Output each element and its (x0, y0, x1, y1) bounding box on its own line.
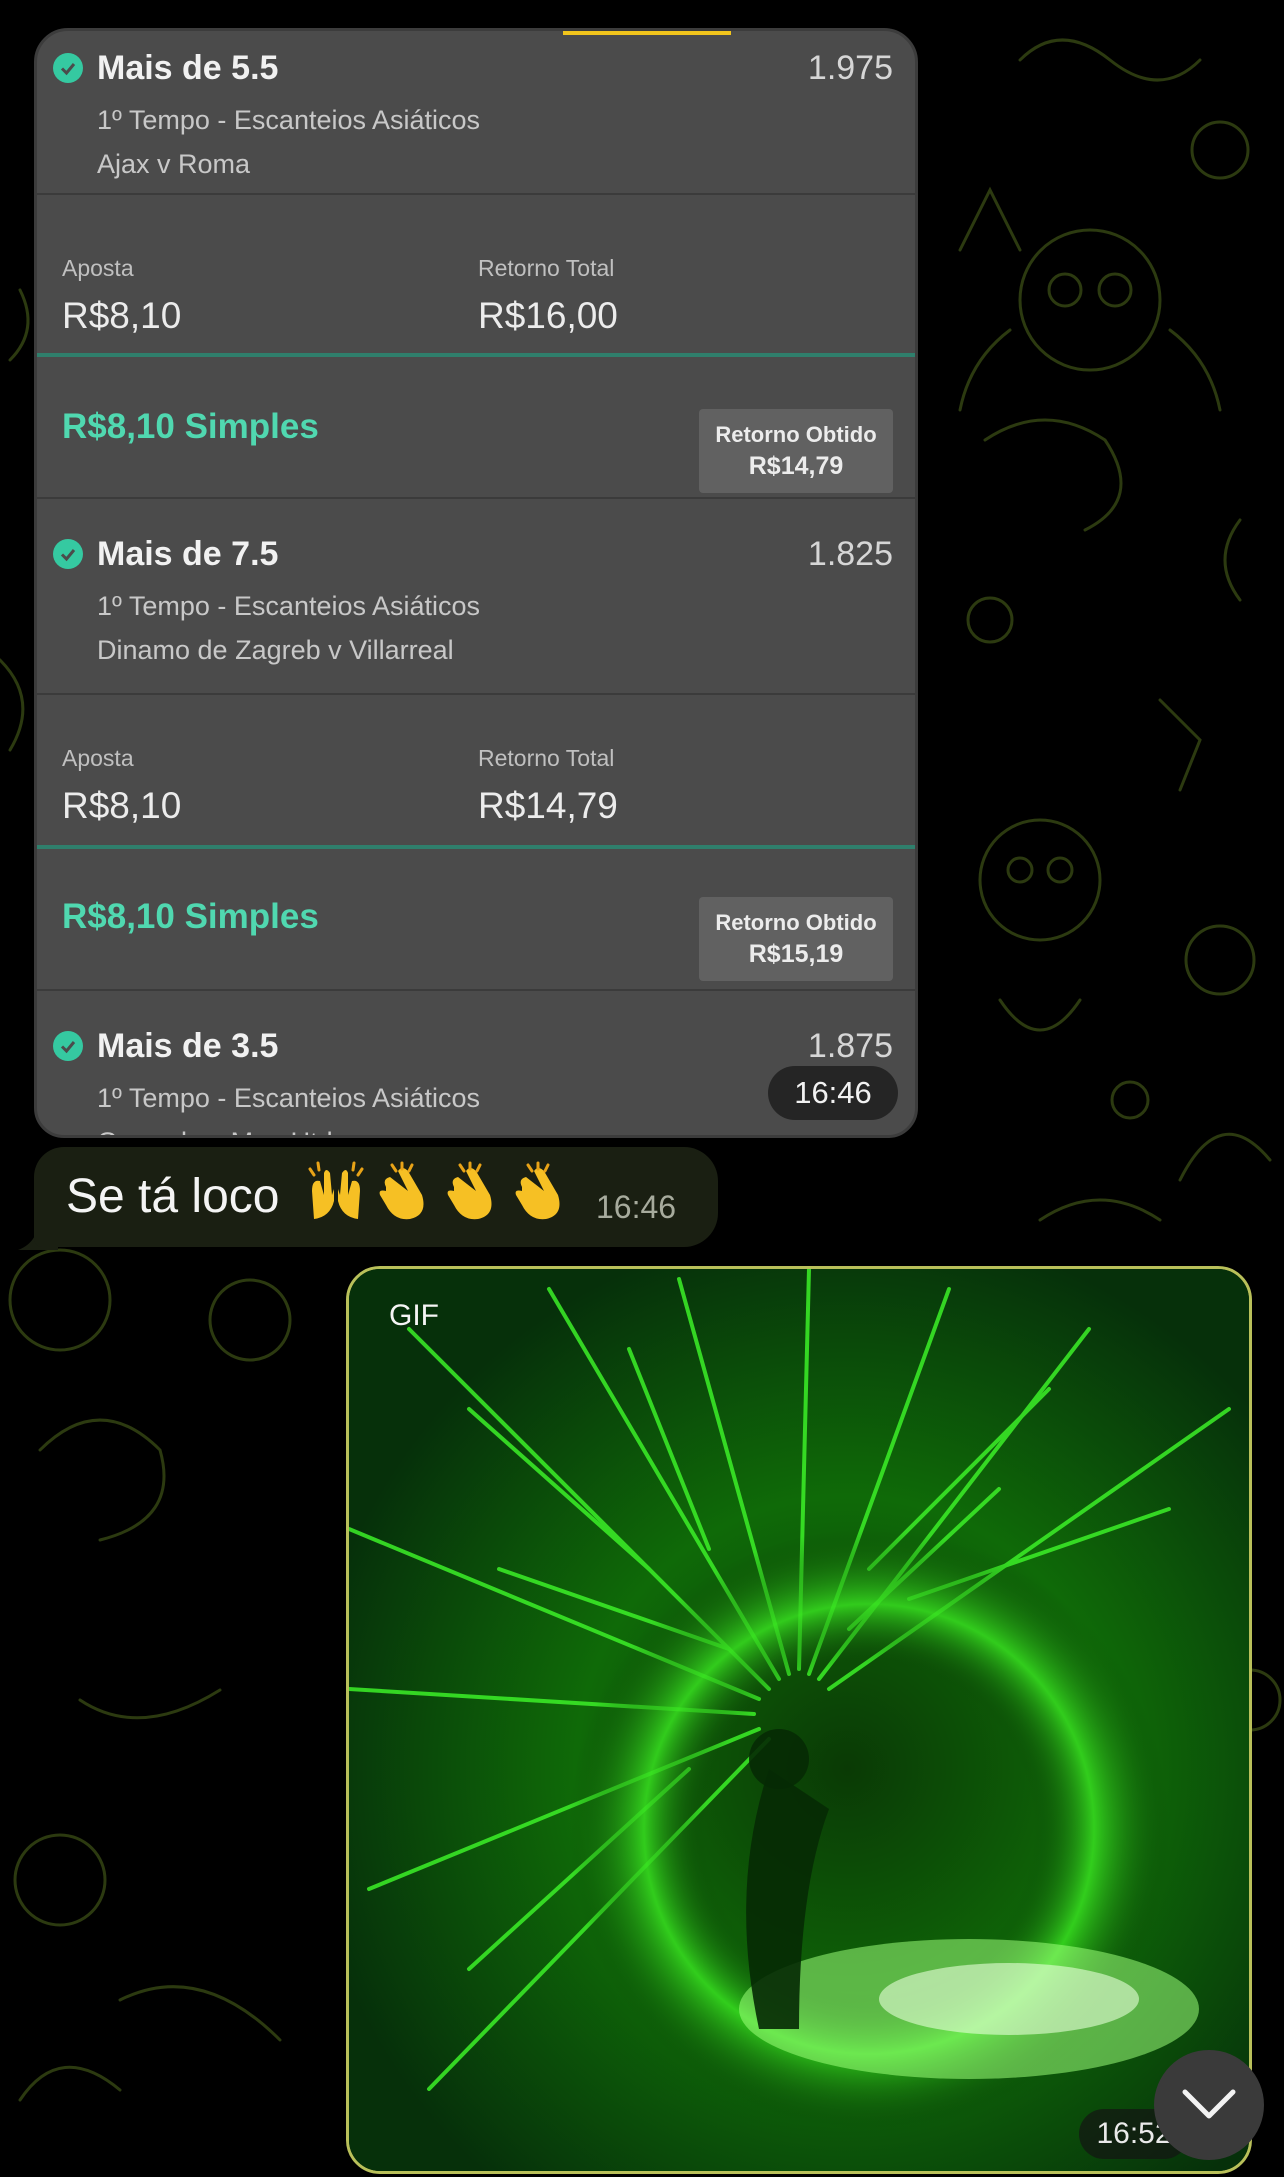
scroll-down-button[interactable] (1154, 2050, 1264, 2160)
return-label: Retorno Total (478, 255, 615, 281)
stake-label: Aposta (62, 255, 134, 281)
message-text: Se tá loco (66, 1170, 280, 1223)
selection-title: Mais de 5.5 (97, 49, 279, 87)
selection-match: Ajax v Roma (97, 149, 251, 179)
selection-match: Dinamo de Zagreb v Villarreal (97, 635, 454, 665)
raising-hands-emoji (308, 1161, 364, 1219)
selection-market: 1º Tempo - Escanteios Asiáticos (97, 591, 481, 621)
selection-market: 1º Tempo - Escanteios Asiáticos (97, 1083, 481, 1113)
selection-odds: 1.975 (807, 49, 893, 87)
simples-row: R$8,10 Simples Retorno Obtido R$14,79 (37, 357, 915, 499)
emoji-group (304, 1161, 572, 1225)
chevron-down-icon (1182, 2089, 1236, 2119)
selection-market: 1º Tempo - Escanteios Asiáticos (97, 105, 481, 135)
clapping-hands-emoji (447, 1161, 492, 1220)
return-value: R$14,79 (478, 785, 618, 826)
return-obtained-label: Retorno Obtido (715, 910, 877, 935)
simples-title: R$8,10 Simples (62, 897, 319, 936)
selection-odds: 1.875 (807, 1027, 893, 1065)
image-timestamp: 16:46 (768, 1066, 898, 1120)
stake-value: R$8,10 (62, 295, 182, 336)
stake-value: R$8,10 (62, 785, 182, 826)
selection-row: Mais de 5.5 1.975 1º Tempo - Escanteios … (37, 31, 915, 195)
stake-row: Aposta R$8,10 Retorno Total R$14,79 (37, 695, 915, 849)
simples-row: R$8,10 Simples Retorno Obtido R$15,19 (37, 849, 915, 991)
gif-message[interactable]: GIF 16:52 (346, 1266, 1252, 2174)
selection-title: Mais de 7.5 (97, 535, 279, 573)
bet-slip-image[interactable]: Mais de 5.5 1.975 1º Tempo - Escanteios … (34, 28, 918, 1138)
check-circle-icon (53, 53, 83, 83)
return-obtained-value: R$15,19 (748, 940, 844, 968)
selection-match: Granada v Man Utd (97, 1127, 333, 1135)
gif-badge: GIF (389, 1299, 439, 1332)
simples-title: R$8,10 Simples (62, 407, 319, 446)
return-value: R$16,00 (478, 295, 618, 336)
selection-odds: 1.825 (807, 535, 893, 573)
return-obtained-box: Retorno Obtido R$15,19 (699, 897, 893, 981)
return-obtained-label: Retorno Obtido (715, 422, 877, 447)
gif-animation-frame (349, 1269, 1249, 2171)
check-circle-icon (53, 539, 83, 569)
return-label: Retorno Total (478, 745, 615, 771)
return-obtained-box: Retorno Obtido R$14,79 (699, 409, 893, 493)
stake-label: Aposta (62, 745, 134, 771)
selection-row: Mais de 7.5 1.825 1º Tempo - Escanteios … (37, 499, 915, 695)
check-circle-icon (53, 1031, 83, 1061)
message-timestamp: 16:46 (596, 1189, 677, 1225)
clapping-hands-emoji (379, 1161, 424, 1220)
stake-row: Aposta R$8,10 Retorno Total R$16,00 (37, 203, 915, 357)
return-obtained-value: R$14,79 (748, 452, 844, 480)
message-bubble[interactable]: Se tá loco 16:46 (34, 1147, 718, 1247)
selection-title: Mais de 3.5 (97, 1027, 279, 1065)
clapping-hands-emoji (515, 1161, 560, 1220)
